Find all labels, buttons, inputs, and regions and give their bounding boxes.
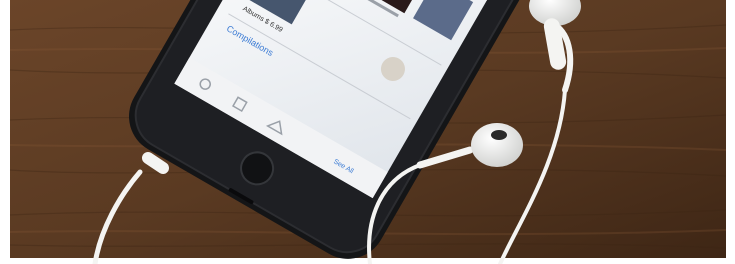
- earbud-bottom-grille: [491, 130, 507, 140]
- lightning-connector: [142, 152, 169, 174]
- photo-canvas: iTunes iPhone Albums $ 6.99 Compilations…: [0, 0, 735, 264]
- earbud-bottom: [471, 123, 523, 167]
- earbud-bottom-shell: [471, 123, 523, 167]
- photo: iTunes iPhone Albums $ 6.99 Compilations…: [0, 0, 735, 264]
